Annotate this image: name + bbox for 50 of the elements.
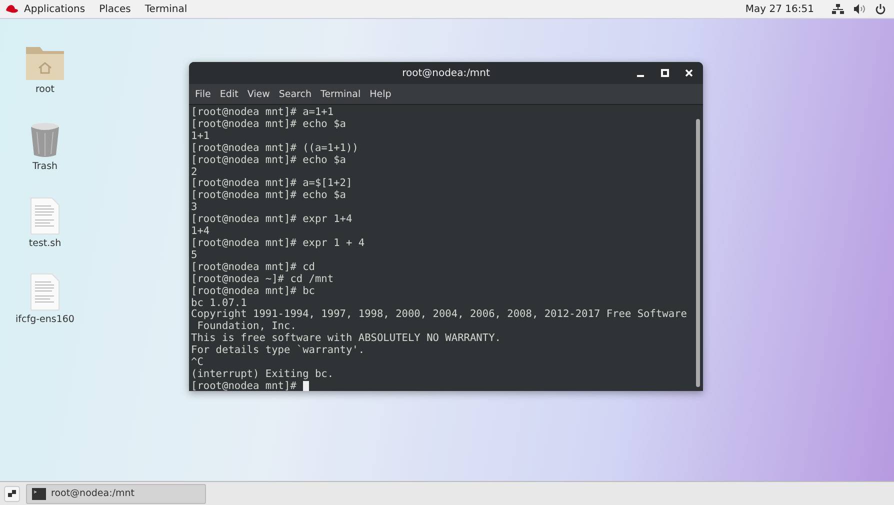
terminal-line: 2 (191, 166, 198, 178)
terminal-line: [root@nodea mnt]# echo $a (191, 154, 347, 167)
terminal-icon (32, 488, 46, 500)
terminal-line: [root@nodea mnt]# a=$[1+2] (191, 178, 354, 190)
terminal-line: [root@nodea mnt]# expr 1+4 (191, 214, 354, 226)
menu-item[interactable]: Help (370, 88, 392, 100)
desktop-icon-label: root (35, 84, 55, 95)
terminal-line: [root@nodea mnt]# expr 1 + 4 (191, 238, 366, 250)
terminal-line: [root@nodea mnt]# echo $a (191, 118, 347, 131)
terminal-line: Foundation, Inc. (196, 321, 298, 333)
terminal-line: 5 (191, 250, 198, 262)
terminal-line: [root@nodea mnt]# ((a=1+1)) (191, 142, 360, 155)
desktop-icon-label: ifcfg-ens160 (16, 314, 74, 325)
top-menu[interactable]: Places (99, 4, 131, 14)
menu-item[interactable]: Terminal (320, 88, 361, 100)
text-cursor (302, 381, 309, 391)
show-desktop-icon[interactable] (4, 486, 20, 502)
top-menu[interactable]: Applications (24, 4, 86, 14)
close-icon[interactable] (685, 69, 693, 77)
menu-item[interactable]: File (195, 88, 211, 100)
terminal-line: bc 1.07.1 (191, 298, 248, 309)
terminal-line: 1+1 (191, 130, 211, 143)
menu-item[interactable]: Edit (220, 88, 238, 100)
desktop-icon-label: test.sh (28, 238, 62, 249)
terminal-line: [root@nodea mnt]# cd (191, 262, 316, 274)
volume-icon[interactable] (854, 4, 865, 14)
menu-item[interactable]: Search (278, 88, 312, 100)
taskbar-window-button[interactable]: root@nodea:/mnt (26, 484, 206, 504)
top-menu[interactable]: Terminal (144, 4, 188, 14)
menu-item[interactable]: View (247, 88, 270, 100)
hat-logo-icon (5, 4, 19, 14)
terminal-line: [root@nodea mnt]# echo $a (191, 190, 347, 202)
window-title: root@nodea:/mnt (402, 68, 490, 78)
network-icon[interactable] (832, 4, 844, 14)
terminal-line: (interrupt) Exiting bc. (191, 368, 335, 381)
terminal-line: [root@nodea mnt]# bc (191, 286, 316, 298)
desktop-icon-label: Trash (32, 161, 58, 172)
terminal-line: 3 (191, 202, 198, 214)
terminal-line: [root@nodea ~]# cd /mnt (191, 274, 335, 286)
clock[interactable]: May 27 16:51 (745, 4, 814, 14)
terminal-line: [root@nodea mnt]# a=1+1 (191, 107, 335, 119)
maximize-icon[interactable] (661, 69, 669, 77)
terminal-prompt: [root@nodea mnt]# (191, 380, 298, 391)
terminal-line: ^C (191, 357, 204, 369)
terminal-line: This is free software with ABSOLUTELY NO WARRANTY. (191, 333, 502, 344)
terminal-line: 1+4 (191, 226, 211, 238)
terminal-line: Copyright 1991-1994, 1997, 1998, 2000, 2004, 2006, 2008, 2012-2017 Free Software (191, 309, 688, 321)
power-icon[interactable] (875, 4, 886, 14)
scrollbar-thumb[interactable] (696, 119, 700, 387)
terminal-line: For details type `warranty'. (191, 345, 366, 357)
